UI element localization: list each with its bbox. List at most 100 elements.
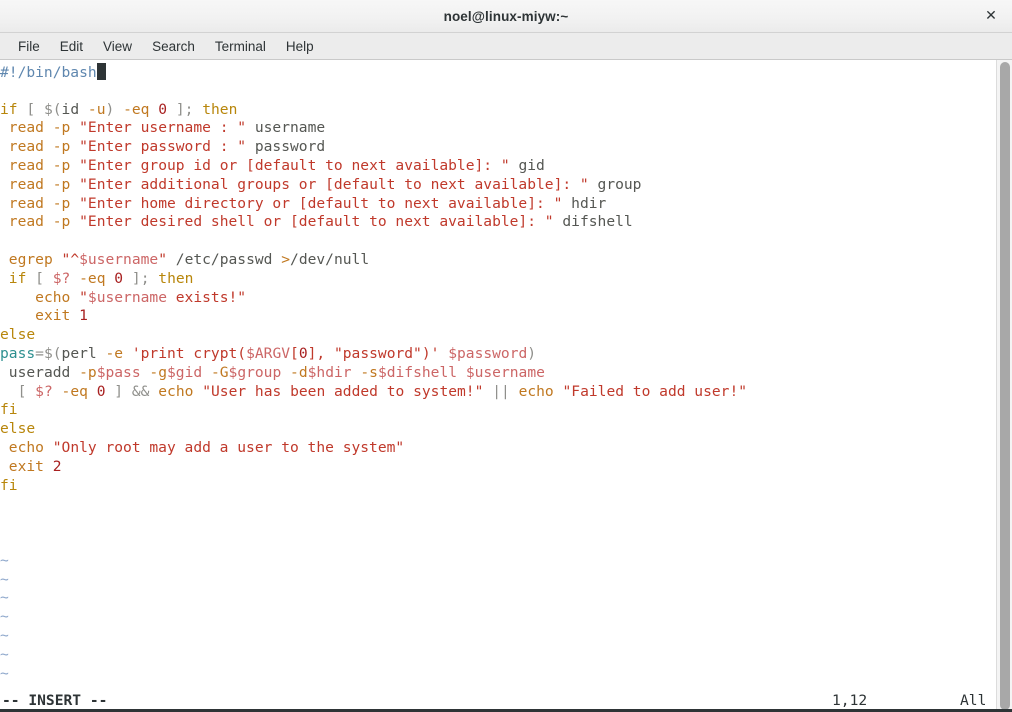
vim-text-buffer[interactable]: #!/bin/bash if [ $(id -u) -eq 0 ]; then r…: [0, 60, 996, 688]
code-token: "Only root may add a user to the system": [52, 438, 405, 456]
code-line: ~: [0, 571, 996, 590]
code-token: -u: [87, 100, 106, 118]
code-token: else: [0, 326, 36, 344]
terminal-body[interactable]: #!/bin/bash if [ $(id -u) -eq 0 ]; then r…: [0, 60, 1012, 712]
menu-item-terminal[interactable]: Terminal: [205, 36, 276, 57]
code-line: exit 2: [0, 458, 996, 477]
menu-item-edit[interactable]: Edit: [50, 36, 93, 57]
code-token: -p: [52, 194, 71, 212]
code-line: ~: [0, 646, 996, 665]
code-token: "Enter username : ": [79, 119, 247, 137]
code-token: /etc/passwd: [175, 250, 273, 268]
code-token: ): [527, 344, 537, 362]
code-token: ~: [0, 626, 9, 644]
code-token: 2: [52, 457, 62, 475]
code-token: $gid: [167, 363, 203, 381]
code-token: ): [105, 100, 115, 118]
code-token: [: [26, 100, 36, 118]
code-line: #!/bin/bash: [0, 63, 996, 82]
menu-item-search[interactable]: Search: [142, 36, 205, 57]
scrollbar-thumb[interactable]: [1000, 62, 1010, 710]
code-token: -g: [149, 363, 167, 381]
code-token: echo: [518, 382, 554, 400]
code-token: 0: [158, 100, 168, 118]
code-line: read -p "Enter home directory or [defaul…: [0, 195, 996, 214]
code-token: pass: [0, 344, 36, 362]
code-token: "^: [61, 250, 80, 268]
code-token: =: [35, 344, 44, 362]
code-token: ~: [0, 608, 9, 626]
code-token: -e: [105, 344, 124, 362]
code-token: -p: [52, 156, 71, 174]
code-token: read: [8, 213, 44, 231]
code-token: >: [281, 250, 291, 268]
code-token: [: [35, 269, 44, 287]
code-token: -p: [79, 363, 97, 381]
code-token: $ARGV: [246, 344, 291, 362]
menu-item-help[interactable]: Help: [276, 36, 324, 57]
code-line: echo "Only root may add a user to the sy…: [0, 439, 996, 458]
menu-item-view[interactable]: View: [93, 36, 142, 57]
code-token: "Enter additional groups or [default to …: [79, 175, 589, 193]
code-line: ~: [0, 589, 996, 608]
code-token: -eq: [79, 269, 106, 287]
close-icon[interactable]: ✕: [978, 3, 1004, 29]
menu-item-file[interactable]: File: [8, 36, 50, 57]
code-token: "Enter group id or [default to next avai…: [79, 156, 510, 174]
code-token: id: [61, 100, 80, 118]
code-token: &&: [131, 382, 150, 400]
code-token: $?: [52, 269, 71, 287]
code-token: difshell: [562, 213, 633, 231]
code-token: $difshell: [377, 363, 458, 381]
code-line: else: [0, 326, 996, 345]
code-line: exit 1: [0, 307, 996, 326]
code-line: ~: [0, 627, 996, 646]
code-line: [ $? -eq 0 ] && echo "User has been adde…: [0, 383, 996, 402]
vertical-scrollbar[interactable]: [996, 60, 1012, 712]
code-line: ~: [0, 552, 996, 571]
code-line: fi: [0, 401, 996, 420]
code-token: $username: [87, 288, 167, 306]
code-line: pass=$(perl -e 'print crypt($ARGV[0], "p…: [0, 345, 996, 364]
code-token: exit: [35, 307, 71, 325]
code-token: /dev/null: [290, 250, 370, 268]
code-token: then: [202, 100, 238, 118]
code-line: egrep "^$username" /etc/passwd >/dev/nul…: [0, 251, 996, 270]
code-token: "Failed to add user!": [562, 382, 748, 400]
code-line: read -p "Enter password : " password: [0, 138, 996, 157]
code-line: echo "$username exists!": [0, 289, 996, 308]
code-token: ~: [0, 551, 9, 569]
titlebar[interactable]: noel@linux-miyw:~ ✕: [0, 0, 1012, 33]
code-token: exit: [8, 457, 44, 475]
code-line: if [ $(id -u) -eq 0 ]; then: [0, 101, 996, 120]
code-token: fi: [0, 401, 18, 419]
code-token: read: [8, 194, 44, 212]
code-token: #!/bin/bash: [0, 64, 97, 81]
